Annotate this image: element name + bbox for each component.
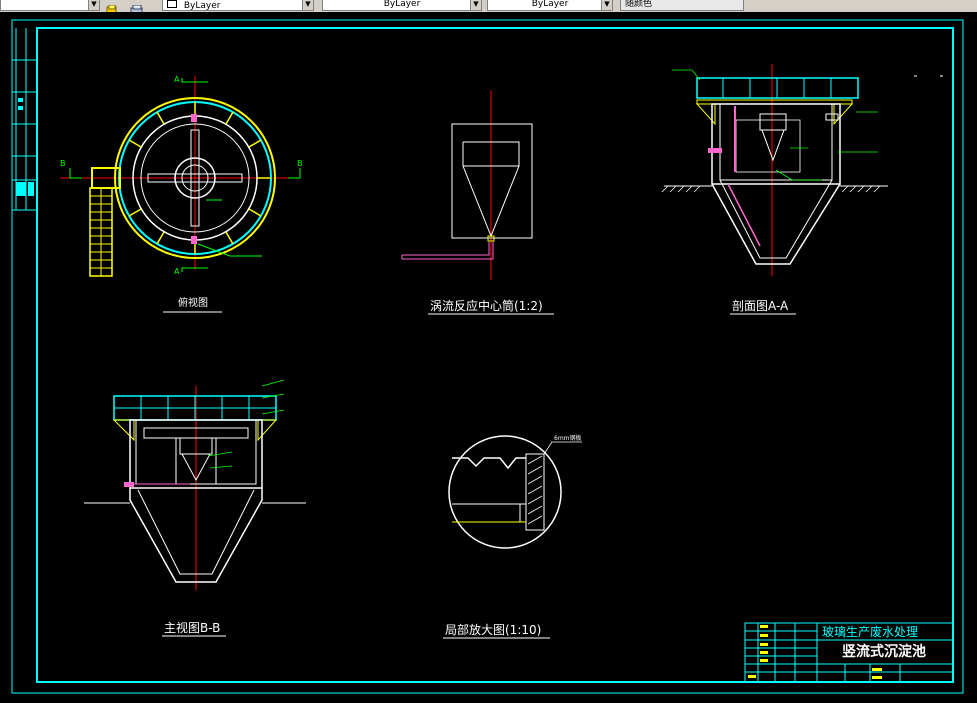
lineweight-value: ByLayer [531, 0, 569, 9]
layer-dropdown[interactable]: ▼ [0, 0, 100, 11]
svg-text:B: B [297, 159, 303, 168]
linetype-dropdown[interactable]: ByLayer ▼ [322, 0, 482, 11]
chevron-down-icon: ▼ [88, 0, 99, 10]
chevron-down-icon: ▼ [302, 0, 313, 10]
view-label-plan: 俯视图 [178, 296, 208, 309]
view-label-front-bb: 主视图B-B [164, 620, 220, 635]
svg-text:A: A [174, 75, 180, 84]
chevron-down-icon: ▼ [470, 0, 481, 10]
drawing-canvas[interactable]: A A B B 俯视图 涡流反应中心筒(1:2) 剖面图A-A 主视图B-B 6… [0, 12, 977, 699]
title-project: 玻璃生产废水处理 [822, 624, 918, 639]
svg-text:B: B [60, 159, 66, 168]
layer-states-icon[interactable] [106, 0, 118, 12]
lineweight-dropdown[interactable]: ByLayer ▼ [487, 0, 613, 11]
view-label-detail: 局部放大图(1:10) [445, 622, 541, 637]
svg-text:A: A [174, 267, 180, 276]
view-label-center-tube: 涡流反应中心筒(1:2) [430, 298, 543, 313]
chevron-down-icon: ▼ [601, 0, 612, 10]
color-dropdown[interactable]: ByLayer ▼ [162, 0, 314, 11]
plotstyle-dropdown: 随颜色 [620, 0, 744, 11]
view-label-section-aa: 剖面图A-A [732, 299, 789, 313]
color-value: ByLayer [183, 1, 221, 11]
layer-previous-icon[interactable] [130, 0, 143, 12]
plotstyle-value: 随颜色 [625, 0, 653, 9]
title-drawing-name: 竖流式沉淀池 [842, 643, 926, 660]
linetype-value: ByLayer [383, 0, 421, 9]
color-swatch [167, 0, 177, 8]
detail-note: 6mm钢板 [554, 434, 582, 442]
